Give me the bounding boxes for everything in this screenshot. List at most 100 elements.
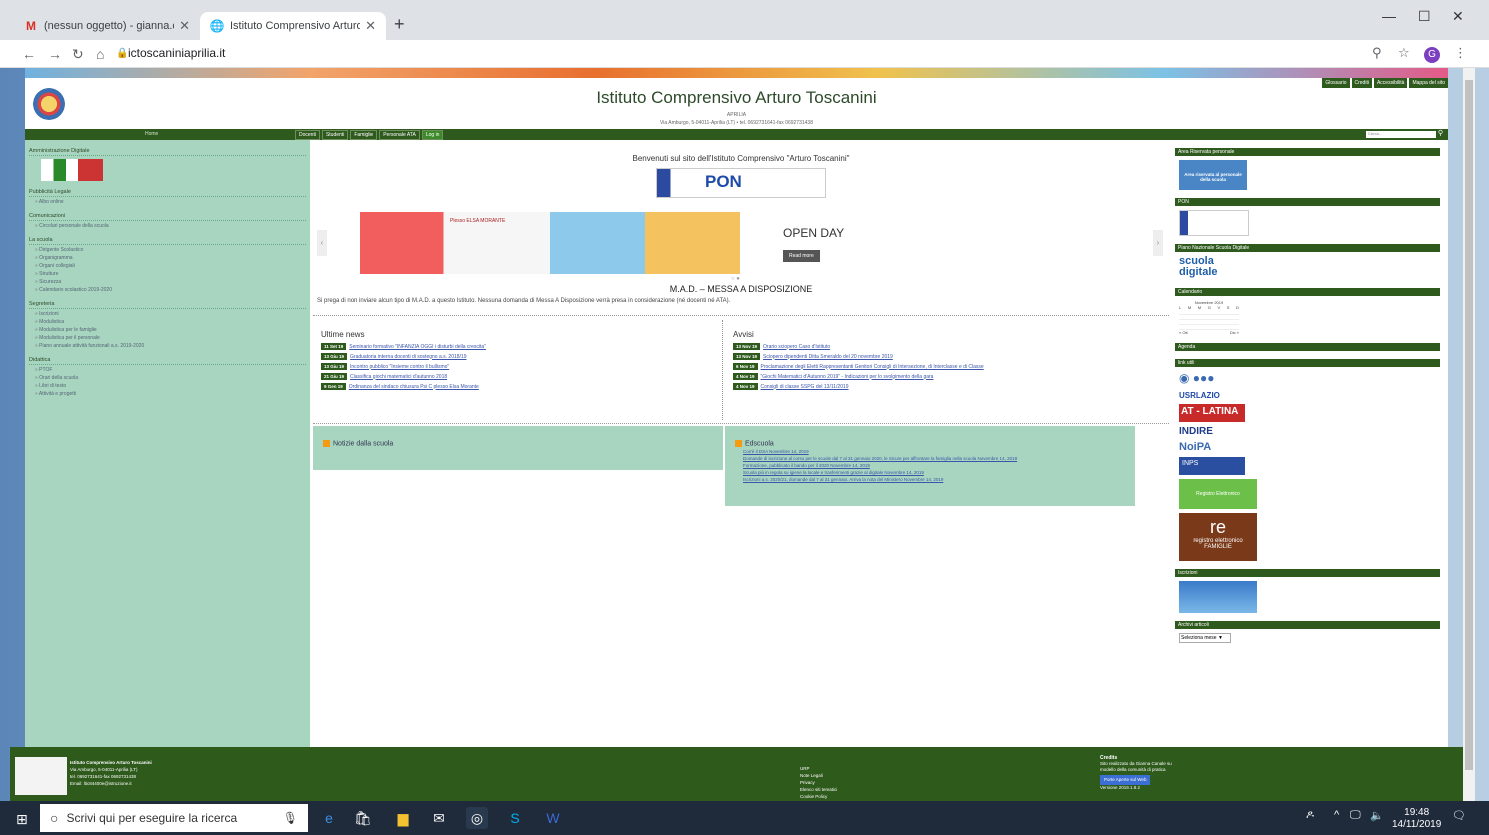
area-riservata-link[interactable]: Area riservata al personale della scuola bbox=[1179, 160, 1247, 190]
feed-item[interactable]: Formazione, pubblicato il bando per il 2… bbox=[743, 463, 1135, 468]
avviso-row[interactable]: 4 Nov 19 "Giochi Matematici d'Autunno 201… bbox=[733, 373, 1169, 380]
edscuola-title[interactable]: Edscuola bbox=[745, 440, 774, 447]
close-icon[interactable]: ✕ bbox=[365, 18, 376, 34]
scuola-digitale-logo[interactable]: scuola digitale bbox=[1179, 256, 1243, 280]
toplink-glossario[interactable]: Glossario bbox=[1322, 78, 1350, 88]
network-icon[interactable]: 🖵 bbox=[1350, 809, 1361, 822]
porte-aperte-button[interactable]: Porte Aperte sul Web bbox=[1100, 775, 1151, 785]
news-row[interactable]: 11 Set 19 Seminario formativo "INFANZIA O… bbox=[321, 343, 722, 350]
reload-icon[interactable]: ↻ bbox=[72, 46, 84, 63]
menu-famiglie[interactable]: Famiglie bbox=[350, 130, 378, 140]
avatar[interactable]: G bbox=[1424, 45, 1440, 63]
windows-start-icon[interactable]: ⊞ bbox=[16, 811, 28, 828]
search-input[interactable]: Cerca... bbox=[1366, 131, 1436, 138]
edge-icon[interactable]: e bbox=[318, 807, 340, 829]
indire-logo[interactable]: INDIRE bbox=[1179, 426, 1243, 437]
pon-banner[interactable]: PON bbox=[656, 168, 826, 198]
forward-icon[interactable]: → bbox=[48, 46, 62, 62]
taskbar-search-input[interactable]: ○ Scrivi qui per eseguire la ricerca 🎙 bbox=[40, 804, 308, 832]
mad-title[interactable]: M.A.D. – MESSA A DISPOSIZIONE bbox=[313, 284, 1169, 294]
sidebar-item[interactable]: Calendario scolastico 2019-2020 bbox=[35, 287, 306, 293]
news-row[interactable]: 13 Giu 19 Graduatoria interna docenti di … bbox=[321, 353, 722, 360]
people-icon[interactable]: ዶ bbox=[1306, 809, 1314, 822]
menu-dots-icon[interactable]: ⋮ bbox=[1454, 45, 1467, 61]
noipa-logo[interactable]: NoiPA bbox=[1179, 441, 1440, 453]
menu-personale-ata[interactable]: Personale ATA bbox=[379, 130, 420, 140]
sidebar-item[interactable]: Organigramma bbox=[35, 255, 306, 261]
news-row[interactable]: 9 Gen 19 Ordinanza del sindaco chiusura P… bbox=[321, 383, 722, 390]
footer-link[interactable]: Note Legali bbox=[800, 772, 837, 779]
avviso-row[interactable]: 4 Nov 19 Consigli di classe SSPG del 13/1… bbox=[733, 383, 1169, 390]
file-explorer-icon[interactable]: ▆ bbox=[392, 807, 414, 829]
footer-link[interactable]: URP bbox=[800, 765, 837, 772]
url-field[interactable]: ictoscaniniaprilia.it bbox=[128, 46, 225, 60]
toplink-accessibilita[interactable]: Accessibilità bbox=[1373, 78, 1408, 88]
sidebar-item[interactable]: Attività e progetti bbox=[35, 391, 306, 397]
news-row[interactable]: 13 Giu 19 Incontro pubblico "Insieme cont… bbox=[321, 363, 722, 370]
sidebar-item[interactable]: Iscrizioni bbox=[35, 311, 306, 317]
usr-lazio-logo[interactable]: USRLAZIO bbox=[1179, 391, 1440, 400]
at-latina-logo[interactable]: AT - LATINA bbox=[1179, 404, 1245, 422]
slider-image[interactable]: Plesso ELSA MORANTE bbox=[360, 212, 740, 274]
mail-icon[interactable]: ✉ bbox=[428, 807, 450, 829]
store-icon[interactable]: 🛍 bbox=[352, 807, 374, 829]
minimize-button[interactable]: — bbox=[1382, 8, 1396, 24]
sidebar-item[interactable]: Modulistica per il personale bbox=[35, 335, 306, 341]
new-tab-button[interactable]: + bbox=[394, 14, 405, 35]
feed-item[interactable]: Iscrizioni a.s. 2020/21, domande dal 7 a… bbox=[743, 477, 1135, 482]
sidebar-item[interactable]: Circolari personale della scuola bbox=[35, 223, 306, 229]
feed-item[interactable]: Domande di iscrizione al corso per le sc… bbox=[743, 456, 1135, 461]
avviso-row[interactable]: 6 Nov 19 Proclamazione degli Eletti Rappr… bbox=[733, 363, 1169, 370]
slider-next-button[interactable]: › bbox=[1153, 230, 1163, 256]
sidebar-item[interactable]: Orari della scuola bbox=[35, 375, 306, 381]
toplink-crediti[interactable]: Crediti bbox=[1351, 78, 1372, 88]
calendar[interactable]: Novembre 2019 LMMGVSD « Ott Dic » bbox=[1179, 300, 1239, 335]
notifications-icon[interactable]: 🗨 bbox=[1452, 809, 1466, 822]
notizie-title[interactable]: Notizie dalla scuola bbox=[333, 440, 393, 447]
sidebar-item[interactable]: PTOF bbox=[35, 367, 306, 373]
footer-link[interactable]: Cookie Policy bbox=[800, 793, 837, 800]
feed-item[interactable]: Cos'è il DSA Novembre 14, 2019 bbox=[743, 449, 1135, 454]
sidebar-item[interactable]: Modulistica per le famiglie bbox=[35, 327, 306, 333]
menu-login[interactable]: Log in bbox=[421, 130, 444, 140]
toplink-mappa[interactable]: Mappa del sito bbox=[1409, 78, 1448, 88]
site-title[interactable]: Istituto Comprensivo Arturo Toscanini bbox=[25, 88, 1448, 108]
chrome-icon[interactable]: ◎ bbox=[466, 807, 488, 829]
avviso-row[interactable]: 13 Nov 19 Orario sciopero Caso d'Istituto bbox=[733, 343, 1169, 350]
close-icon[interactable]: ✕ bbox=[179, 18, 190, 34]
calendar-prev[interactable]: « Ott bbox=[1179, 330, 1188, 335]
search-icon[interactable]: ⚲ bbox=[1438, 129, 1443, 137]
footer-link[interactable]: Elenco siti tematici bbox=[800, 786, 837, 793]
maximize-button[interactable]: ☐ bbox=[1418, 8, 1431, 25]
feed-item[interactable]: Scuola più in regola su igiene la locale… bbox=[743, 470, 1135, 475]
menu-studenti[interactable]: Studenti bbox=[321, 130, 349, 140]
slider-dots[interactable]: ○ ● bbox=[731, 276, 740, 282]
sidebar-item[interactable]: Albo online bbox=[35, 199, 306, 205]
registro-elettronico-button[interactable]: Registro Elettronico bbox=[1179, 479, 1257, 509]
sidebar-item[interactable]: Libri di testo bbox=[35, 383, 306, 389]
registro-famiglie-button[interactable]: re registro elettronico FAMIGLIE bbox=[1179, 513, 1257, 561]
news-row[interactable]: 21 Giu 19 Classifica giochi matematici d'… bbox=[321, 373, 722, 380]
sidebar-item[interactable]: Modulistica bbox=[35, 319, 306, 325]
tray-chevron-icon[interactable]: ^ bbox=[1334, 809, 1339, 821]
sidebar-item[interactable]: Dirigente Scolastico bbox=[35, 247, 306, 253]
inps-logo[interactable]: INPS bbox=[1179, 457, 1245, 475]
pon-widget-banner[interactable] bbox=[1179, 210, 1249, 236]
taskbar-clock[interactable]: 19:48 14/11/2019 bbox=[1392, 807, 1441, 831]
slider-prev-button[interactable]: ‹ bbox=[317, 230, 327, 256]
footer-link[interactable]: Privacy bbox=[800, 779, 837, 786]
sidebar-item[interactable]: Sicurezza bbox=[35, 279, 306, 285]
zoom-icon[interactable]: ⚲ bbox=[1372, 45, 1382, 61]
sidebar-item[interactable]: Organi collegiali bbox=[35, 263, 306, 269]
iscrizioni-banner[interactable] bbox=[1179, 581, 1257, 613]
menu-docenti[interactable]: Docenti bbox=[295, 130, 320, 140]
home-icon[interactable]: ⌂ bbox=[96, 46, 104, 62]
miur-logo[interactable]: ◉ ●●● bbox=[1179, 371, 1243, 387]
page-scrollbar[interactable] bbox=[1463, 68, 1475, 801]
read-more-button[interactable]: Read more bbox=[783, 250, 820, 262]
word-icon[interactable]: W bbox=[542, 807, 564, 829]
menu-home[interactable]: Home bbox=[145, 131, 158, 137]
bookmark-star-icon[interactable]: ☆ bbox=[1398, 45, 1410, 61]
calendar-next[interactable]: Dic » bbox=[1230, 330, 1239, 335]
footer-logo[interactable] bbox=[15, 757, 67, 795]
